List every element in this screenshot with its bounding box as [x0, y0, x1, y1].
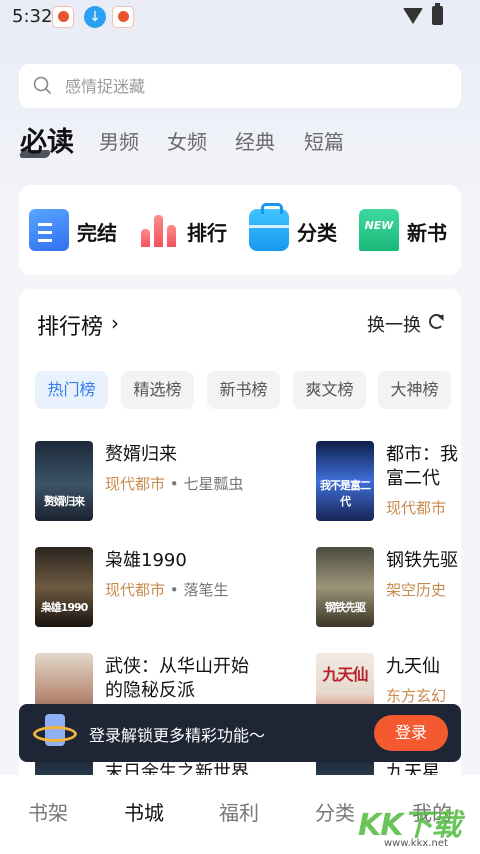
- document-list-icon: [29, 209, 69, 251]
- book-cover: 赘婿归来: [35, 441, 93, 521]
- quick-entry-label: 分类: [297, 221, 337, 245]
- login-banner: 登录解锁更多精彩功能～ 登录: [19, 704, 461, 762]
- book-meta: 现代都市 • 七星瓢虫: [105, 475, 244, 493]
- search-icon: [33, 76, 51, 94]
- phone-unlock-icon: [33, 712, 77, 752]
- wifi-icon: [403, 8, 423, 24]
- tab-male[interactable]: 男频: [99, 126, 139, 155]
- status-time: 5:32: [12, 6, 53, 27]
- quick-entry-rank[interactable]: 排行: [139, 207, 239, 253]
- book-meta: 现代都市: [386, 499, 447, 517]
- chip-master[interactable]: 大神榜: [378, 371, 451, 409]
- download-icon: [84, 6, 106, 28]
- book-title: 钢铁先驱: [386, 550, 458, 571]
- book-title: 九天仙: [386, 656, 440, 677]
- new-badge-icon: NEW: [359, 209, 399, 251]
- book-title: 枭雄1990: [105, 550, 187, 571]
- chip-selected[interactable]: 精选榜: [121, 371, 194, 409]
- login-button[interactable]: 登录: [374, 715, 448, 751]
- rank-title[interactable]: 排行榜: [37, 309, 103, 341]
- chevron-right-icon[interactable]: ›: [111, 311, 119, 335]
- toolbox-icon: [249, 203, 289, 251]
- chip-new-books[interactable]: 新书榜: [207, 371, 280, 409]
- book-item[interactable]: 钢铁先驱 钢铁先驱 架空历史: [316, 547, 461, 629]
- bar-rank-icon: [139, 209, 179, 251]
- book-cover: 枭雄1990: [35, 547, 93, 627]
- status-bar: 5:32: [0, 0, 480, 32]
- book-cover: 钢铁先驱: [316, 547, 374, 627]
- quick-entry-card: 完结 排行 分类 NEW 新书: [19, 185, 461, 275]
- tab-classic[interactable]: 经典: [235, 126, 275, 155]
- quick-entry-label: 排行: [187, 221, 227, 245]
- login-banner-text: 登录解锁更多精彩功能～: [89, 726, 266, 745]
- battery-icon: [432, 3, 443, 25]
- quick-entry-label: 完结: [77, 221, 117, 245]
- book-item[interactable]: 枭雄1990 枭雄1990 现代都市 • 落笔生: [35, 547, 295, 629]
- nav-bookstore[interactable]: 书城: [124, 797, 164, 826]
- refresh-icon[interactable]: [429, 314, 444, 329]
- tab-female[interactable]: 女频: [167, 126, 207, 155]
- book-title: 赘婿归来: [105, 444, 177, 465]
- quick-entry-category[interactable]: 分类: [249, 203, 349, 253]
- nav-welfare[interactable]: 福利: [219, 797, 259, 826]
- nav-category[interactable]: 分类: [315, 797, 355, 826]
- notification-app-icon: [52, 6, 74, 28]
- book-title-line2: 富二代: [386, 468, 440, 489]
- quick-entry-new[interactable]: NEW 新书: [359, 207, 459, 253]
- book-item[interactable]: 赘婿归来 赘婿归来 现代都市 • 七星瓢虫: [35, 441, 295, 523]
- watermark-url: www.kkx.net: [384, 838, 448, 849]
- swap-button[interactable]: 换一换: [367, 311, 421, 337]
- nav-bookshelf[interactable]: 书架: [28, 797, 68, 826]
- search-bar[interactable]: [19, 64, 461, 108]
- book-item[interactable]: 我不是富二代 都市：我 富二代 现代都市: [316, 441, 461, 523]
- book-title: 武侠：从华山开始: [105, 656, 249, 677]
- chip-cool[interactable]: 爽文榜: [293, 371, 366, 409]
- book-meta: 架空历史: [386, 581, 447, 599]
- chip-hot[interactable]: 热门榜: [35, 371, 108, 409]
- book-title: 都市：我: [386, 444, 458, 465]
- tab-must-read[interactable]: 必读: [20, 120, 74, 159]
- tab-short[interactable]: 短篇: [304, 126, 344, 155]
- book-meta: 东方玄幻: [386, 687, 447, 705]
- notification-app-icon: [112, 6, 134, 28]
- quick-entry-label: 新书: [407, 221, 447, 245]
- book-title-line2: 的隐秘反派: [105, 680, 195, 701]
- book-meta: 现代都市 • 落笔生: [105, 581, 229, 599]
- search-input[interactable]: [65, 72, 445, 100]
- quick-entry-finished[interactable]: 完结: [29, 207, 129, 253]
- book-cover: 我不是富二代: [316, 441, 374, 521]
